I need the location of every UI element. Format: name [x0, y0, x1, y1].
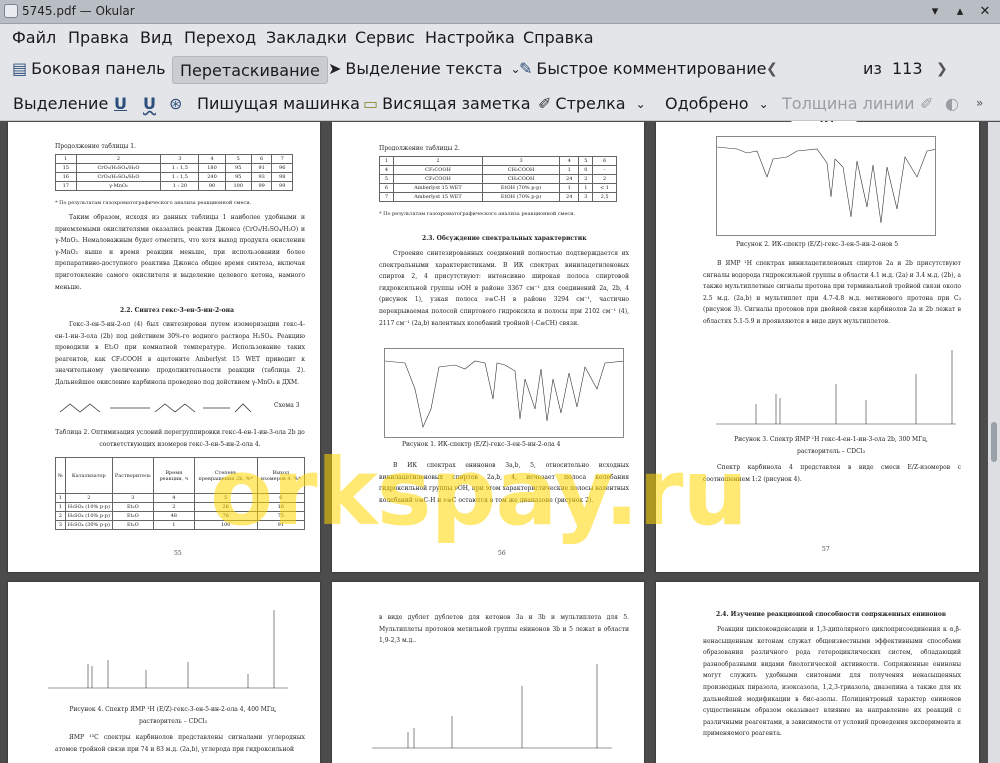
nmr-spectrum-figure-4 — [48, 610, 288, 689]
figure-1-caption: Рисунок 1. ИК-спектр (E/Z)-гекс-3-ен-5-и… — [402, 441, 561, 448]
document-view[interactable]: Продолжение таблицы 1. 1234567 15 CrO₃/H₂… — [0, 122, 988, 763]
drag-mode-button[interactable]: Перетаскивание — [172, 56, 328, 84]
stamp-label: Одобрено — [665, 94, 749, 113]
title-bar: 5745.pdf — Okular ▾ ▴ ✕ — [0, 0, 1000, 24]
table-2: № Катализатор Растворитель Время реакции, ч… — [55, 457, 306, 530]
table-2-continued: 123456 4 CF₃COOH CH₂COOH 1 0- 5 CF₃COOH CH₂COO… — [379, 156, 617, 202]
okular-app-icon — [4, 4, 18, 18]
paragraph: Спектр карбинола 4 представлен в виде см… — [703, 464, 961, 483]
menu-view[interactable]: Вид — [140, 28, 172, 47]
text-selection-label: Выделение текста — [345, 59, 503, 78]
menu-bar: Файл Правка Вид Переход Закладки Сервис … — [0, 24, 1000, 52]
stamp-circle-icon[interactable]: ⊛ — [169, 94, 182, 113]
underline-icon[interactable]: U — [114, 94, 127, 113]
paragraph: Строение синтезированных соединений полн… — [379, 250, 629, 327]
sidebar-label: Боковая панель — [31, 59, 166, 78]
arrow-tool[interactable]: ✐ Стрелка ⌄ — [538, 94, 646, 113]
page-57: Рисунок 2. ИК-спектр (E/Z)-гекс-3-ен-5-и… — [656, 122, 979, 572]
menu-bookmarks[interactable]: Закладки — [266, 28, 347, 47]
page-60: 2.4. Изучение реакционной способности со… — [656, 582, 979, 763]
window-title: 5745.pdf — Okular — [22, 4, 135, 18]
menu-edit[interactable]: Правка — [68, 28, 129, 47]
table-footnote: * По результатам газохроматографического… — [55, 200, 252, 206]
figure-4-caption: Рисунок 4. Спектр ЯМР ¹H (E/Z)-гекс-3-ен… — [69, 706, 277, 725]
table-1: 1234567 15 CrO₃/H₂SO₄/H₂O 1 : 1,5 180 95 91 96… — [55, 154, 293, 191]
annotation-toolbar: Выделение U U ⊛ Пишущая машинка ▭ Висяща… — [0, 87, 1000, 201]
menu-go[interactable]: Переход — [184, 28, 256, 47]
next-page-icon[interactable]: ❯ — [936, 61, 948, 77]
toolbar-overflow-icon[interactable]: » — [976, 96, 983, 110]
vertical-scrollbar[interactable] — [988, 122, 1000, 763]
page-number: 56 — [498, 550, 506, 557]
page-58: Рисунок 4. Спектр ЯМР ¹H (E/Z)-гекс-3-ен… — [8, 582, 320, 763]
table-footnote: * По результатам газохроматографического… — [379, 211, 576, 217]
minimize-icon[interactable]: ▾ — [926, 3, 944, 21]
drag-mode-label: Перетаскивание — [180, 60, 320, 80]
chevron-down-icon[interactable]: ⌄ — [759, 97, 769, 111]
reaction-scheme — [59, 403, 252, 413]
stamp-tool[interactable]: Одобрено ⌄ — [665, 94, 769, 113]
figure-2-caption: Рисунок 2. ИК-спектр (E/Z)-гекс-3-ен-5-и… — [736, 241, 899, 248]
paragraph: Гекс-3-ен-5-ин-2-ол (4) был синтезирован… — [55, 321, 305, 386]
ir-spectrum-figure-1 — [384, 348, 624, 438]
chevron-down-icon[interactable]: ⌄ — [636, 97, 646, 111]
table-2-caption: Таблица 2. Оптимизация условий перегрупп… — [55, 429, 305, 448]
paragraph: В ЯМР ¹H спектрах винилацетиленовых спир… — [703, 260, 961, 325]
note-icon: ▭ — [363, 94, 379, 113]
selection-tool[interactable]: Выделение — [13, 94, 108, 113]
paragraph: В ИК спектрах енинонов 3a,b, 5, относите… — [379, 462, 629, 504]
nmr-spectrum-figure-5 — [372, 664, 612, 749]
menu-tools[interactable]: Сервис — [355, 28, 415, 47]
section-heading: 2.3. Обсуждение спектральных характерист… — [422, 235, 587, 242]
total-pages: 113 — [892, 59, 923, 78]
previous-page-icon[interactable]: ❮ — [766, 61, 778, 77]
maximize-icon[interactable]: ▴ — [951, 3, 969, 21]
quick-comment-button[interactable]: ✎ Быстрое комментирование — [519, 59, 767, 78]
arrow-pen-icon: ✐ — [538, 94, 552, 113]
scrollbar-thumb[interactable] — [991, 422, 997, 462]
page-of-label: из — [863, 59, 882, 78]
menu-file[interactable]: Файл — [12, 28, 56, 47]
popup-note-label: Висящая заметка — [382, 94, 531, 113]
menu-settings[interactable]: Настройка — [425, 28, 515, 47]
close-icon[interactable]: ✕ — [976, 3, 994, 21]
page-56: Продолжение таблицы 2. 123456 4 CF₃COOH CH… — [332, 122, 644, 572]
page-55: Продолжение таблицы 1. 1234567 15 CrO₃/H₂… — [8, 122, 320, 572]
paragraph: Реакции циклоконденсации и 1,3-диполярно… — [703, 626, 961, 738]
pen-icon: ✎ — [519, 59, 533, 78]
page-number: 57 — [822, 546, 830, 553]
scheme-label: Схема 3 — [274, 402, 300, 409]
typewriter-tool[interactable]: Пишущая машинка — [197, 94, 360, 113]
sidebar-button[interactable]: ▤ Боковая панель — [12, 59, 166, 78]
table-continuation-caption: Продолжение таблицы 1. — [55, 143, 136, 150]
squiggle-icon[interactable]: U — [143, 94, 156, 113]
section-heading: 2.4. Изучение реакционной способности со… — [716, 611, 946, 618]
arrow-label: Стрелка — [555, 94, 626, 113]
line-width-tool[interactable]: Толщина линии — [782, 94, 915, 113]
opacity-icon[interactable]: ◐ — [945, 94, 959, 113]
ir-spectrum-figure-2 — [716, 136, 936, 236]
cursor-icon: ➤ — [328, 59, 342, 78]
sidebar-icon: ▤ — [12, 59, 28, 78]
figure-3-caption: Рисунок 3. Спектр ЯМР ¹H гекс-4-ен-1-ин-… — [734, 436, 928, 455]
nmr-spectrum-figure-3 — [716, 344, 956, 432]
section-heading: 2.2. Синтез гекс-3-ен-5-ин-2-она — [120, 307, 234, 314]
color-picker-icon[interactable]: ✐ — [920, 94, 933, 113]
table-continuation-caption: Продолжение таблицы 2. — [379, 145, 460, 152]
paragraph: в виде дублет дублетов для кетонов 3a и … — [379, 614, 629, 645]
text-selection-button[interactable]: ➤ Выделение текста ⌄ — [328, 59, 521, 78]
page-59: в виде дублет дублетов для кетонов 3a и … — [332, 582, 644, 763]
okular-window: 5745.pdf — Okular ▾ ▴ ✕ Файл Правка Вид … — [0, 0, 1000, 763]
menu-help[interactable]: Справка — [523, 28, 594, 47]
main-toolbar: ▤ Боковая панель Перетаскивание ➤ Выделе… — [0, 52, 1000, 135]
paragraph: Таким образом, исходя из данных таблицы … — [55, 214, 305, 291]
page-number: 55 — [174, 550, 182, 557]
quick-comment-label: Быстрое комментирование — [536, 59, 767, 78]
paragraph: ЯМР ¹³C спектры карбинолов представлены … — [55, 734, 305, 753]
popup-note-tool[interactable]: ▭ Висящая заметка — [363, 94, 531, 113]
